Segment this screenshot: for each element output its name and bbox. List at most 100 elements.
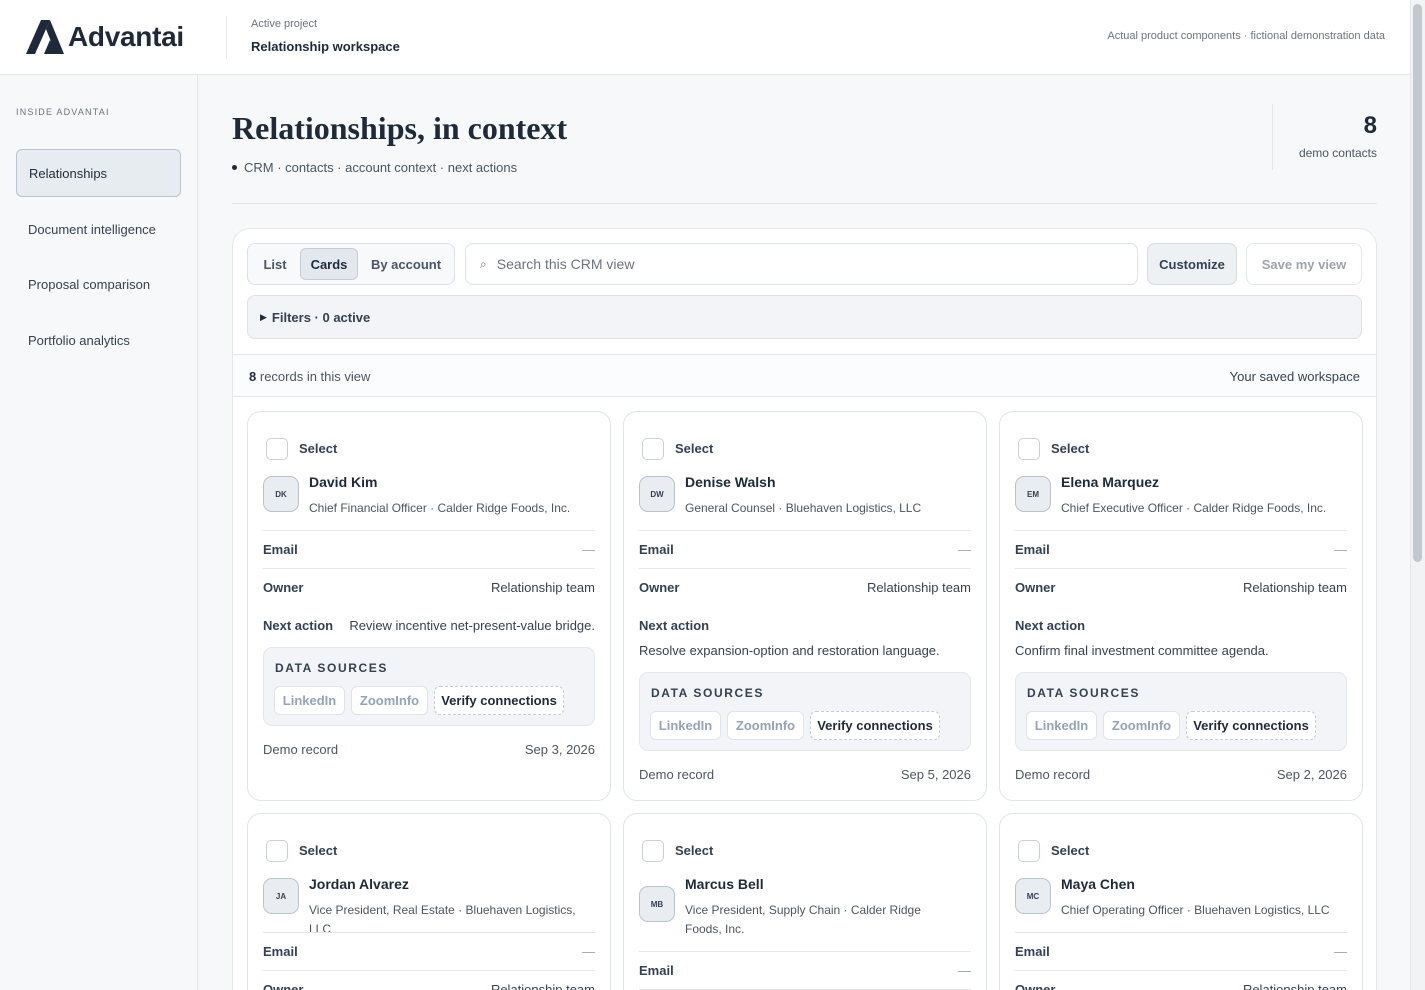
email-label: Email	[639, 542, 674, 557]
contact-name[interactable]: Marcus Bell	[685, 876, 764, 892]
select-label: Select	[1051, 843, 1090, 858]
contact-card: Select DW Denise Walsh General Counsel ·…	[623, 411, 987, 801]
contact-role: Chief Financial Officer · Calder Ridge F…	[309, 501, 571, 515]
select-label: Select	[299, 441, 338, 456]
next-action-label: Next action	[639, 618, 710, 633]
select-checkbox[interactable]	[642, 438, 664, 460]
sidebar-item-portfolio-analytics[interactable]: Portfolio analytics	[16, 316, 181, 364]
save-view-button[interactable]: Save my view	[1246, 243, 1362, 285]
customize-button[interactable]: Customize	[1147, 243, 1237, 285]
contact-role: Chief Executive Officer · Calder Ridge F…	[1061, 501, 1327, 515]
header-divider	[226, 16, 227, 58]
verify-connections-button[interactable]: Verify connections	[1186, 711, 1316, 740]
email-value: —	[1334, 944, 1347, 959]
page-subtitle-text: CRM · contacts · account context · next …	[244, 160, 518, 175]
view-cards-button[interactable]: Cards	[300, 248, 358, 280]
contact-count-label: demo contacts	[1298, 146, 1377, 160]
demo-record-label: Demo record	[639, 767, 715, 782]
contact-name[interactable]: David Kim	[309, 474, 377, 490]
contact-name[interactable]: Jordan Alvarez	[309, 876, 409, 892]
record-date: Sep 5, 2026	[900, 767, 971, 782]
owner-value: Relationship team	[866, 580, 971, 595]
title-divider	[232, 203, 1377, 204]
owner-value: Relationship team	[1242, 982, 1347, 990]
advantai-logo[interactable]: Advantai	[26, 20, 184, 54]
owner-row: Owner Relationship team	[263, 970, 595, 990]
contact-card: Select EM Elena Marquez Chief Executive …	[999, 411, 1363, 801]
owner-row: Owner Relationship team	[1015, 568, 1347, 607]
zoominfo-chip[interactable]: ZoomInfo	[1103, 711, 1180, 740]
next-action-text: Review incentive net-present-value bridg…	[349, 618, 595, 633]
email-label: Email	[263, 542, 298, 557]
bullet-dot-icon	[232, 165, 237, 170]
view-list-button[interactable]: List	[254, 248, 296, 280]
next-action-label: Next action	[1015, 618, 1086, 633]
search-box[interactable]: ⌕	[465, 243, 1138, 285]
search-icon: ⌕	[480, 256, 487, 271]
select-checkbox[interactable]	[1018, 438, 1040, 460]
owner-row: Owner Relationship team	[639, 568, 971, 607]
linkedin-chip[interactable]: LinkedIn	[1026, 711, 1097, 740]
zoominfo-chip[interactable]: ZoomInfo	[727, 711, 804, 740]
avatar: DK	[263, 476, 299, 512]
email-row: Email —	[1015, 530, 1347, 569]
contact-name[interactable]: Denise Walsh	[685, 474, 776, 490]
page-scrollbar-thumb[interactable]	[1413, 4, 1422, 562]
search-input[interactable]	[496, 256, 1097, 272]
page-title: Relationships, in context	[232, 110, 568, 146]
email-row: Email —	[263, 530, 595, 569]
email-label: Email	[1015, 944, 1050, 959]
email-label: Email	[263, 944, 298, 959]
owner-row: Owner Relationship team	[263, 568, 595, 607]
sidebar-item-proposal-comparison[interactable]: Proposal comparison	[16, 260, 181, 308]
page-subtitle: CRM · contacts · account context · next …	[232, 160, 517, 175]
email-value: —	[582, 542, 595, 557]
select-label: Select	[675, 441, 714, 456]
email-row: Email —	[263, 932, 595, 971]
filters-toggle[interactable]: ▶ Filters · 0 active	[247, 295, 1362, 339]
demo-record-label: Demo record	[263, 742, 339, 757]
email-label: Email	[639, 963, 674, 978]
verify-connections-button[interactable]: Verify connections	[434, 686, 564, 715]
advantai-logo-icon	[26, 20, 64, 54]
linkedin-chip[interactable]: LinkedIn	[274, 686, 345, 715]
demo-data-note: Actual product components · fictional de…	[1107, 30, 1385, 42]
sidebar-item-relationships[interactable]: Relationships	[16, 149, 181, 197]
select-checkbox[interactable]	[642, 840, 664, 862]
records-count: 8 records in this view	[249, 369, 370, 384]
data-sources-title: DATA SOURCES	[1027, 686, 1140, 700]
zoominfo-chip[interactable]: ZoomInfo	[351, 686, 428, 715]
verify-connections-button[interactable]: Verify connections	[810, 711, 940, 740]
logo-text: Advantai	[68, 21, 184, 52]
select-checkbox[interactable]	[266, 840, 288, 862]
next-action-text: Resolve expansion-option and restoration…	[639, 643, 940, 658]
contact-card: Select MB Marcus Bell Vice President, Su…	[623, 813, 987, 990]
contact-name[interactable]: Maya Chen	[1061, 876, 1135, 892]
owner-row: Owner Relationship team	[1015, 970, 1347, 990]
select-checkbox[interactable]	[266, 438, 288, 460]
owner-value: Relationship team	[1242, 580, 1347, 595]
avatar: EM	[1015, 476, 1051, 512]
data-sources-box: DATA SOURCES LinkedIn ZoomInfo Verify co…	[639, 672, 971, 751]
linkedin-chip[interactable]: LinkedIn	[650, 711, 721, 740]
next-action-text: Confirm final investment committee agend…	[1015, 643, 1269, 658]
contact-count-value: 8	[1363, 112, 1377, 139]
select-checkbox[interactable]	[1018, 840, 1040, 862]
contact-card: Select MC Maya Chen Chief Operating Offi…	[999, 813, 1363, 990]
view-by-account-button[interactable]: By account	[362, 248, 450, 280]
record-date: Sep 3, 2026	[524, 742, 595, 757]
record-date: Sep 2, 2026	[1276, 767, 1347, 782]
active-project-name[interactable]: Relationship workspace	[251, 39, 400, 54]
contact-name[interactable]: Elena Marquez	[1061, 474, 1159, 490]
owner-value: Relationship team	[490, 580, 595, 595]
contact-role: Vice President, Supply Chain · Calder Ri…	[685, 903, 921, 936]
next-action-label: Next action	[263, 618, 334, 633]
email-row: Email —	[639, 951, 971, 990]
data-sources-box: DATA SOURCES LinkedIn ZoomInfo Verify co…	[1015, 672, 1347, 751]
sidebar-item-document-intelligence[interactable]: Document intelligence	[16, 205, 181, 253]
avatar: MC	[1015, 878, 1051, 914]
active-project-label: Active project	[251, 18, 318, 30]
caret-right-icon: ▶	[260, 311, 267, 322]
owner-label: Owner	[263, 580, 304, 595]
data-sources-box: DATA SOURCES LinkedIn ZoomInfo Verify co…	[263, 647, 595, 726]
